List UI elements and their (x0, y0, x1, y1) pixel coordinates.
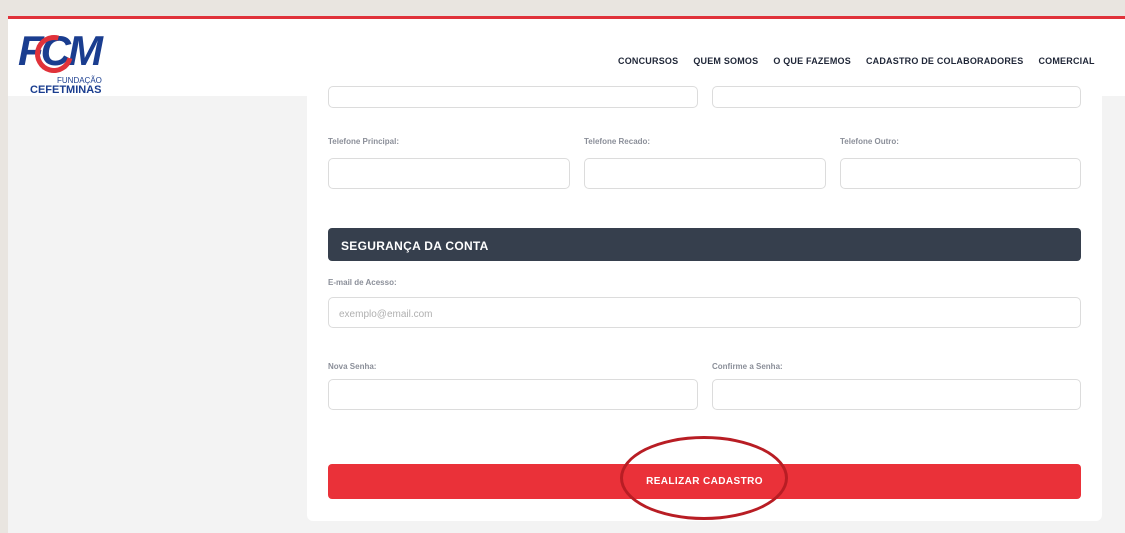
email-placeholder: exemplo@email.com (339, 309, 433, 320)
previous-field-left[interactable] (328, 86, 698, 108)
phone-principal-input[interactable] (328, 158, 570, 189)
new-password-input[interactable] (328, 379, 698, 410)
previous-field-right[interactable] (712, 86, 1081, 108)
logo-cefetminas-text: CEFETMINAS (30, 84, 102, 96)
nav-item-concursos[interactable]: CONCURSOS (618, 56, 678, 66)
submit-button[interactable]: REALIZAR CADASTRO (328, 464, 1081, 499)
confirm-password-label: Confirme a Senha: (712, 362, 783, 371)
main-nav: CONCURSOS QUEM SOMOS O QUE FAZEMOS CADAS… (618, 56, 1110, 66)
phone-principal-label: Telefone Principal: (328, 137, 399, 146)
section-header-security: SEGURANÇA DA CONTA (328, 228, 1081, 261)
new-password-label: Nova Senha: (328, 362, 377, 371)
submit-label: REALIZAR CADASTRO (646, 476, 763, 487)
registration-form: Telefone Principal: Telefone Recado: Tel… (307, 86, 1102, 521)
section-title: SEGURANÇA DA CONTA (341, 239, 489, 253)
nav-item-quem-somos[interactable]: QUEM SOMOS (693, 56, 758, 66)
email-input[interactable]: exemplo@email.com (328, 297, 1081, 328)
phone-recado-label: Telefone Recado: (584, 137, 651, 146)
page-frame: FCM FUNDAÇÃO CEFETMINAS CONCURSOS QUEM S… (8, 16, 1125, 533)
email-label: E-mail de Acesso: (328, 278, 397, 287)
phone-outro-input[interactable] (840, 158, 1081, 189)
confirm-password-input[interactable] (712, 379, 1081, 410)
brand-logo[interactable]: FCM FUNDAÇÃO CEFETMINAS (18, 27, 118, 99)
site-header: FCM FUNDAÇÃO CEFETMINAS CONCURSOS QUEM S… (8, 19, 1125, 96)
nav-item-cadastro-colaboradores[interactable]: CADASTRO DE COLABORADORES (866, 56, 1024, 66)
nav-item-comercial[interactable]: COMERCIAL (1038, 56, 1094, 66)
phone-outro-label: Telefone Outro: (840, 137, 899, 146)
phone-recado-input[interactable] (584, 158, 826, 189)
nav-item-o-que-fazemos[interactable]: O QUE FAZEMOS (773, 56, 851, 66)
